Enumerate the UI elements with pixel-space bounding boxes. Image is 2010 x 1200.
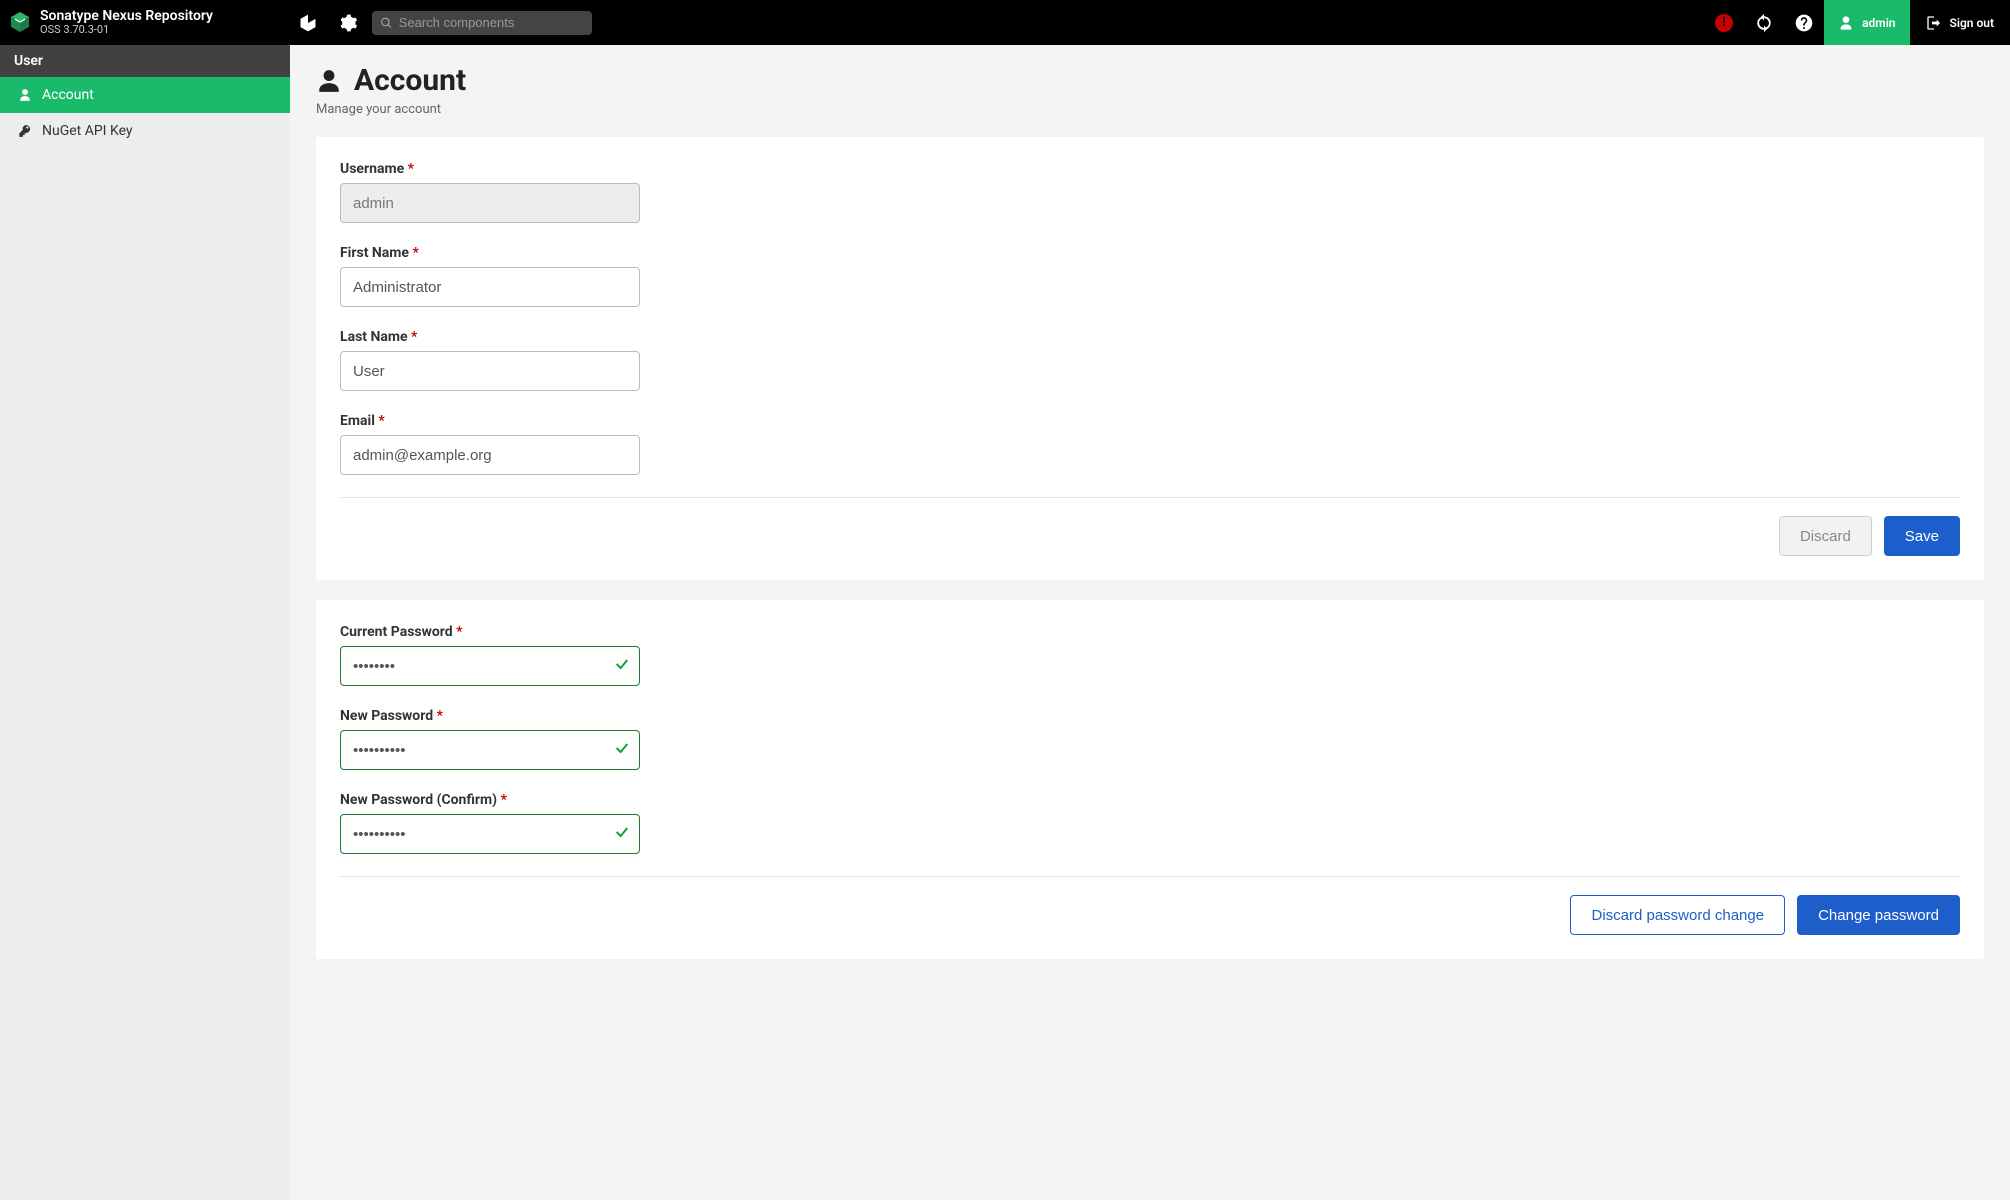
search-input[interactable]	[399, 15, 584, 30]
main-content: Account Manage your account Username * F…	[290, 45, 2010, 1200]
page-title-row: Account	[316, 63, 1984, 98]
signout-label: Sign out	[1950, 16, 1994, 30]
discard-button[interactable]: Discard	[1779, 516, 1872, 556]
top-header: Sonatype Nexus Repository OSS 3.70.3-01 …	[0, 0, 2010, 45]
search-box[interactable]	[372, 11, 592, 35]
current-password-label: Current Password *	[340, 624, 640, 640]
confirm-password-input[interactable]	[340, 814, 640, 854]
user-name-label: admin	[1862, 16, 1895, 30]
settings-button[interactable]	[328, 0, 368, 45]
brand-block: Sonatype Nexus Repository OSS 3.70.3-01	[8, 9, 288, 36]
sidebar-item-label: NuGet API Key	[42, 123, 133, 139]
signout-icon	[1926, 15, 1942, 31]
user-menu[interactable]: admin	[1824, 0, 1909, 45]
brand-subtitle: OSS 3.70.3-01	[40, 24, 213, 36]
firstname-label: First Name *	[340, 245, 640, 261]
browse-button[interactable]	[288, 0, 328, 45]
alert-badge-icon: !	[1715, 14, 1733, 32]
change-password-button[interactable]: Change password	[1797, 895, 1960, 935]
firstname-input[interactable]	[340, 267, 640, 307]
email-label: Email *	[340, 413, 640, 429]
password-panel: Current Password * New Password * New Pa…	[316, 600, 1984, 959]
user-icon	[1838, 15, 1854, 31]
confirm-password-label: New Password (Confirm) *	[340, 792, 640, 808]
check-icon	[614, 740, 630, 760]
search-icon	[380, 16, 393, 30]
sidebar: User Account NuGet API Key	[0, 45, 290, 1200]
email-input[interactable]	[340, 435, 640, 475]
help-button[interactable]	[1784, 0, 1824, 45]
username-input	[340, 183, 640, 223]
sidebar-item-nuget-api-key[interactable]: NuGet API Key	[0, 113, 290, 149]
new-password-input[interactable]	[340, 730, 640, 770]
signout-button[interactable]: Sign out	[1910, 0, 2010, 45]
key-icon	[18, 124, 32, 138]
user-icon	[316, 68, 342, 94]
page-subtitle: Manage your account	[316, 102, 1984, 117]
sidebar-item-account[interactable]: Account	[0, 77, 290, 113]
sidebar-section-user: User	[0, 45, 290, 77]
brand-title: Sonatype Nexus Repository	[40, 9, 213, 24]
logo-icon	[8, 10, 32, 34]
username-label: Username *	[340, 161, 640, 177]
lastname-input[interactable]	[340, 351, 640, 391]
current-password-input[interactable]	[340, 646, 640, 686]
check-icon	[614, 824, 630, 844]
save-button[interactable]: Save	[1884, 516, 1960, 556]
new-password-label: New Password *	[340, 708, 640, 724]
refresh-button[interactable]	[1744, 0, 1784, 45]
alert-button[interactable]: !	[1704, 14, 1744, 32]
user-icon	[18, 88, 32, 102]
lastname-label: Last Name *	[340, 329, 640, 345]
discard-password-button[interactable]: Discard password change	[1570, 895, 1785, 935]
check-icon	[614, 656, 630, 676]
page-title: Account	[354, 63, 466, 98]
sidebar-item-label: Account	[42, 87, 94, 103]
account-panel: Username * First Name * Last Name * Emai…	[316, 137, 1984, 580]
